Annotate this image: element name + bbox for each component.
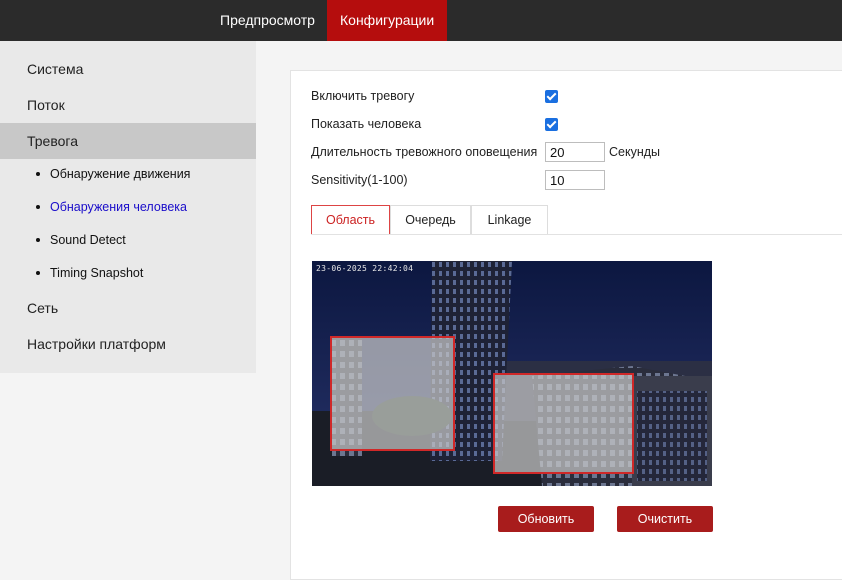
sensitivity-input[interactable]: [545, 170, 605, 190]
bullet-icon: [36, 171, 40, 176]
tab-linkage[interactable]: Linkage: [471, 205, 548, 235]
video-timestamp: 23-06-2025 22:42:04: [316, 264, 414, 273]
camera-preview[interactable]: 23-06-2025 22:42:04: [312, 261, 712, 486]
sidebar-subitem-motion-detection[interactable]: Обнаружение движения: [36, 158, 190, 191]
sensitivity-label: Sensitivity(1-100): [311, 173, 408, 187]
sidebar-item-alarm[interactable]: Тревога: [0, 123, 256, 159]
tab-configuration[interactable]: Конфигурации: [327, 0, 448, 41]
show-person-checkbox[interactable]: [545, 118, 558, 131]
sidebar-item-system[interactable]: Система: [0, 51, 256, 87]
bullet-icon: [36, 270, 40, 275]
sidebar-item-network[interactable]: Сеть: [0, 290, 256, 326]
tab-area[interactable]: Область: [311, 205, 390, 235]
sidebar-subitem-label: Sound Detect: [50, 233, 126, 247]
bullet-icon: [36, 237, 40, 242]
refresh-button[interactable]: Обновить: [498, 506, 594, 532]
alarm-duration-unit: Секунды: [609, 145, 661, 159]
top-navigation-bar: Предпросмотр Конфигурации: [0, 0, 842, 41]
clear-button[interactable]: Очистить: [617, 506, 713, 532]
bullet-icon: [36, 204, 40, 209]
tab-preview[interactable]: Предпросмотр: [207, 0, 328, 41]
show-person-label: Показать человека: [311, 117, 422, 131]
detection-zone-2[interactable]: [493, 373, 634, 474]
enable-alarm-label: Включить тревогу: [311, 89, 415, 103]
tab-queue[interactable]: Очередь: [390, 205, 471, 235]
sidebar-subitem-label: Обнаружения человека: [50, 200, 187, 214]
tab-divider: [311, 234, 842, 235]
sidebar: Система Поток Тревога Обнаружение движен…: [0, 41, 256, 373]
sidebar-item-stream[interactable]: Поток: [0, 87, 256, 123]
sidebar-item-platform-settings[interactable]: Настройки платформ: [0, 326, 256, 362]
sidebar-subitem-human-detection[interactable]: Обнаружения человека: [36, 191, 187, 224]
sidebar-subitem-label: Обнаружение движения: [50, 167, 191, 181]
sidebar-subitem-label: Timing Snapshot: [50, 266, 144, 280]
alarm-duration-input[interactable]: [545, 142, 605, 162]
sidebar-subitem-timing-snapshot[interactable]: Timing Snapshot: [36, 257, 143, 290]
detection-zone-1[interactable]: [330, 336, 455, 451]
enable-alarm-checkbox[interactable]: [545, 90, 558, 103]
sidebar-subitem-sound-detect[interactable]: Sound Detect: [36, 224, 126, 257]
alarm-duration-label: Длительность тревожного оповещения: [311, 145, 538, 159]
